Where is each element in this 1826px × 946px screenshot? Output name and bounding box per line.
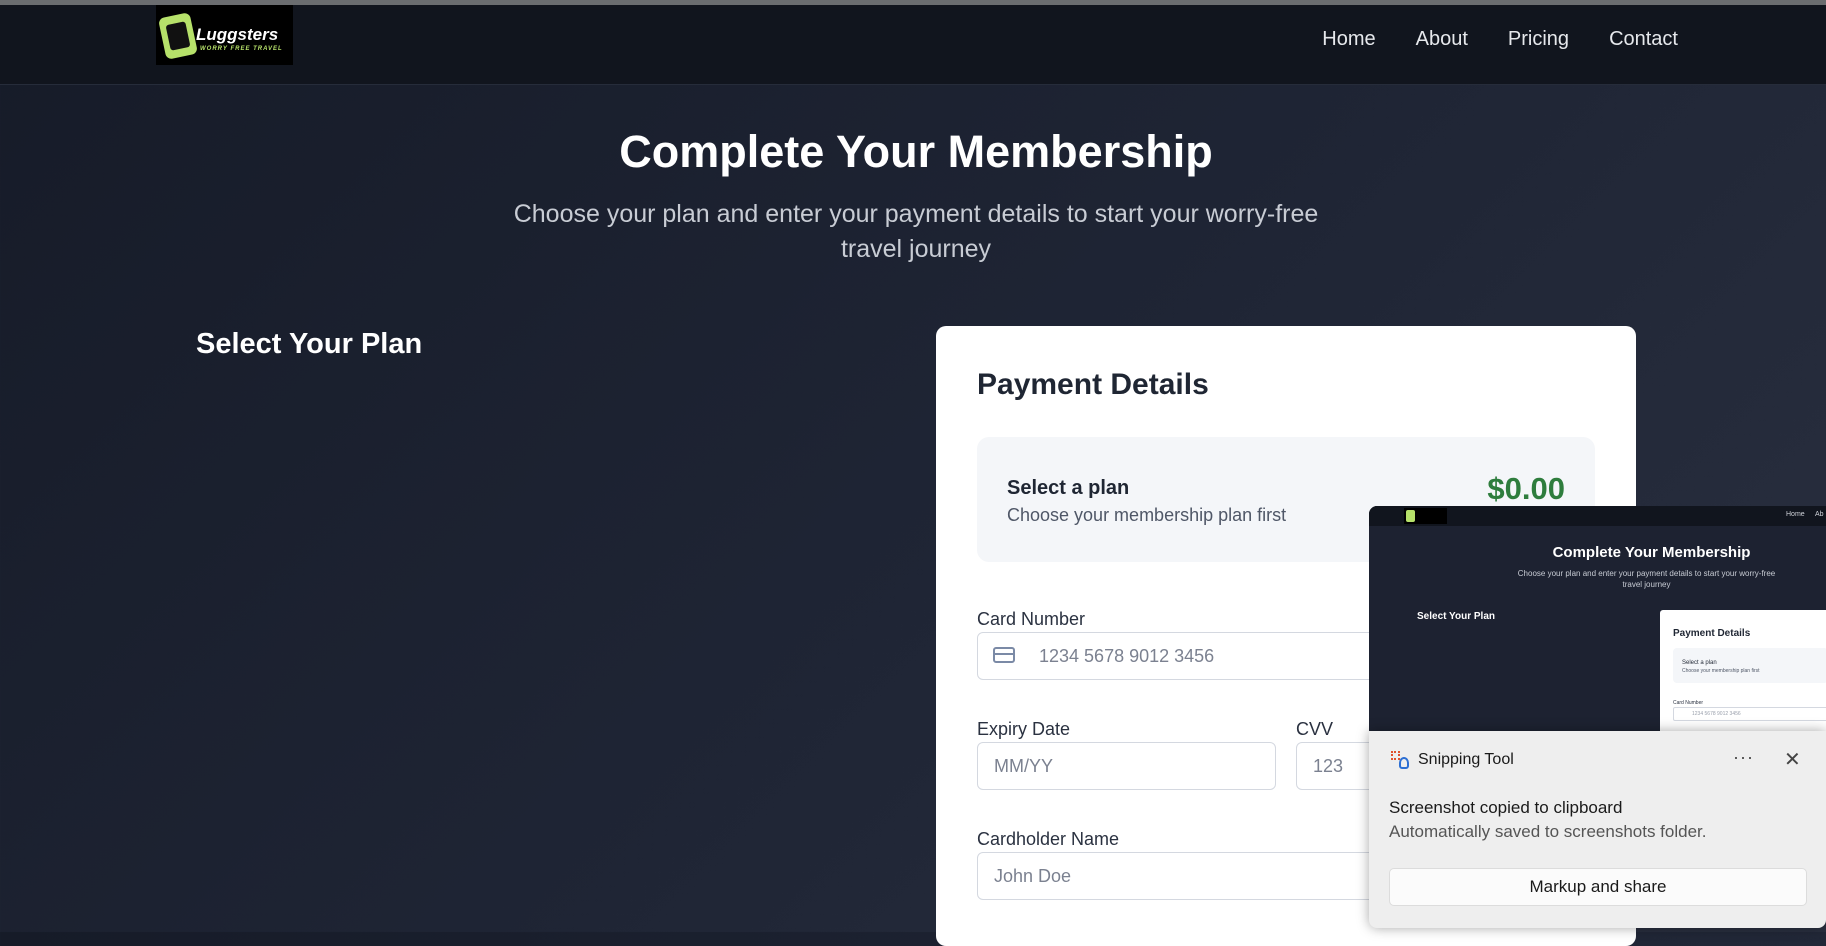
logo-text: Luggsters <box>196 25 279 44</box>
cardholder-label: Cardholder Name <box>977 829 1120 849</box>
preview-navbar: Home Ab <box>1369 506 1826 526</box>
cvv-label: CVV <box>1296 719 1334 739</box>
payment-heading: Payment Details <box>977 368 1209 401</box>
toast-sub-message: Automatically saved to screenshots folde… <box>1389 822 1707 841</box>
snip-preview-thumbnail[interactable]: Home Ab Complete Your Membership Choose … <box>1369 506 1826 731</box>
snipping-tool-icon <box>1391 751 1409 769</box>
cvv-placeholder: 123 <box>1313 756 1344 776</box>
preview-card-input: 1234 5678 9012 3456 <box>1673 707 1826 721</box>
snipping-tool-toast: Snipping Tool ··· ✕ Screenshot copied to… <box>1369 731 1826 928</box>
summary-price: $0.00 <box>1487 471 1565 506</box>
preview-subtitle: Choose your plan and enter your payment … <box>1517 569 1776 589</box>
summary-subtitle: Choose your membership plan first <box>1007 505 1287 525</box>
preview-nav-about: Ab <box>1815 511 1824 518</box>
preview-card-title: Payment Details <box>1673 628 1751 639</box>
preview-card-label: Card Number <box>1673 700 1704 706</box>
card-number-label: Card Number <box>977 609 1086 629</box>
nav-link-home[interactable]: Home <box>1322 28 1375 51</box>
nav-link-about[interactable]: About <box>1416 28 1468 51</box>
nav-link-contact[interactable]: Contact <box>1609 28 1678 51</box>
card-number-placeholder: 1234 5678 9012 3456 <box>1039 646 1215 666</box>
preview-payment-card: Payment Details Select a plan Choose you… <box>1660 610 1826 731</box>
nav-links: Home About Pricing Contact <box>1322 28 1678 51</box>
close-icon[interactable]: ✕ <box>1784 747 1801 772</box>
preview-title: Complete Your Membership <box>1552 544 1751 561</box>
preview-summary-sub: Choose your membership plan first <box>1682 668 1760 674</box>
logo-tagline: WORRY FREE TRAVEL <box>200 46 283 52</box>
markup-and-share-button[interactable]: Markup and share <box>1389 868 1807 906</box>
preview-logo <box>1404 508 1447 524</box>
toast-message: Screenshot copied to clipboard <box>1389 798 1623 817</box>
credit-card-icon <box>993 647 1015 663</box>
toast-app-name: Snipping Tool <box>1418 751 1514 768</box>
summary-title: Select a plan <box>1007 477 1130 499</box>
preview-plan-heading: Select Your Plan <box>1417 611 1495 622</box>
page-subtitle: Choose your plan and enter your payment … <box>513 200 1319 263</box>
expiry-label: Expiry Date <box>977 719 1071 739</box>
select-plan-heading: Select Your Plan <box>196 328 423 360</box>
preview-summary-title: Select a plan <box>1682 660 1717 666</box>
top-navbar: Luggsters WORRY FREE TRAVEL Home About P… <box>0 5 1826 85</box>
luggsters-logo[interactable]: Luggsters WORRY FREE TRAVEL <box>156 5 293 65</box>
cardholder-placeholder: John Doe <box>994 866 1072 886</box>
more-options-icon[interactable]: ··· <box>1733 747 1754 768</box>
page-title: Complete Your Membership <box>619 126 1213 177</box>
expiry-input[interactable]: MM/YY <box>977 742 1276 790</box>
expiry-placeholder: MM/YY <box>994 756 1054 776</box>
nav-link-pricing[interactable]: Pricing <box>1508 28 1569 51</box>
preview-nav-home: Home <box>1786 511 1805 518</box>
luggage-icon <box>157 12 199 60</box>
